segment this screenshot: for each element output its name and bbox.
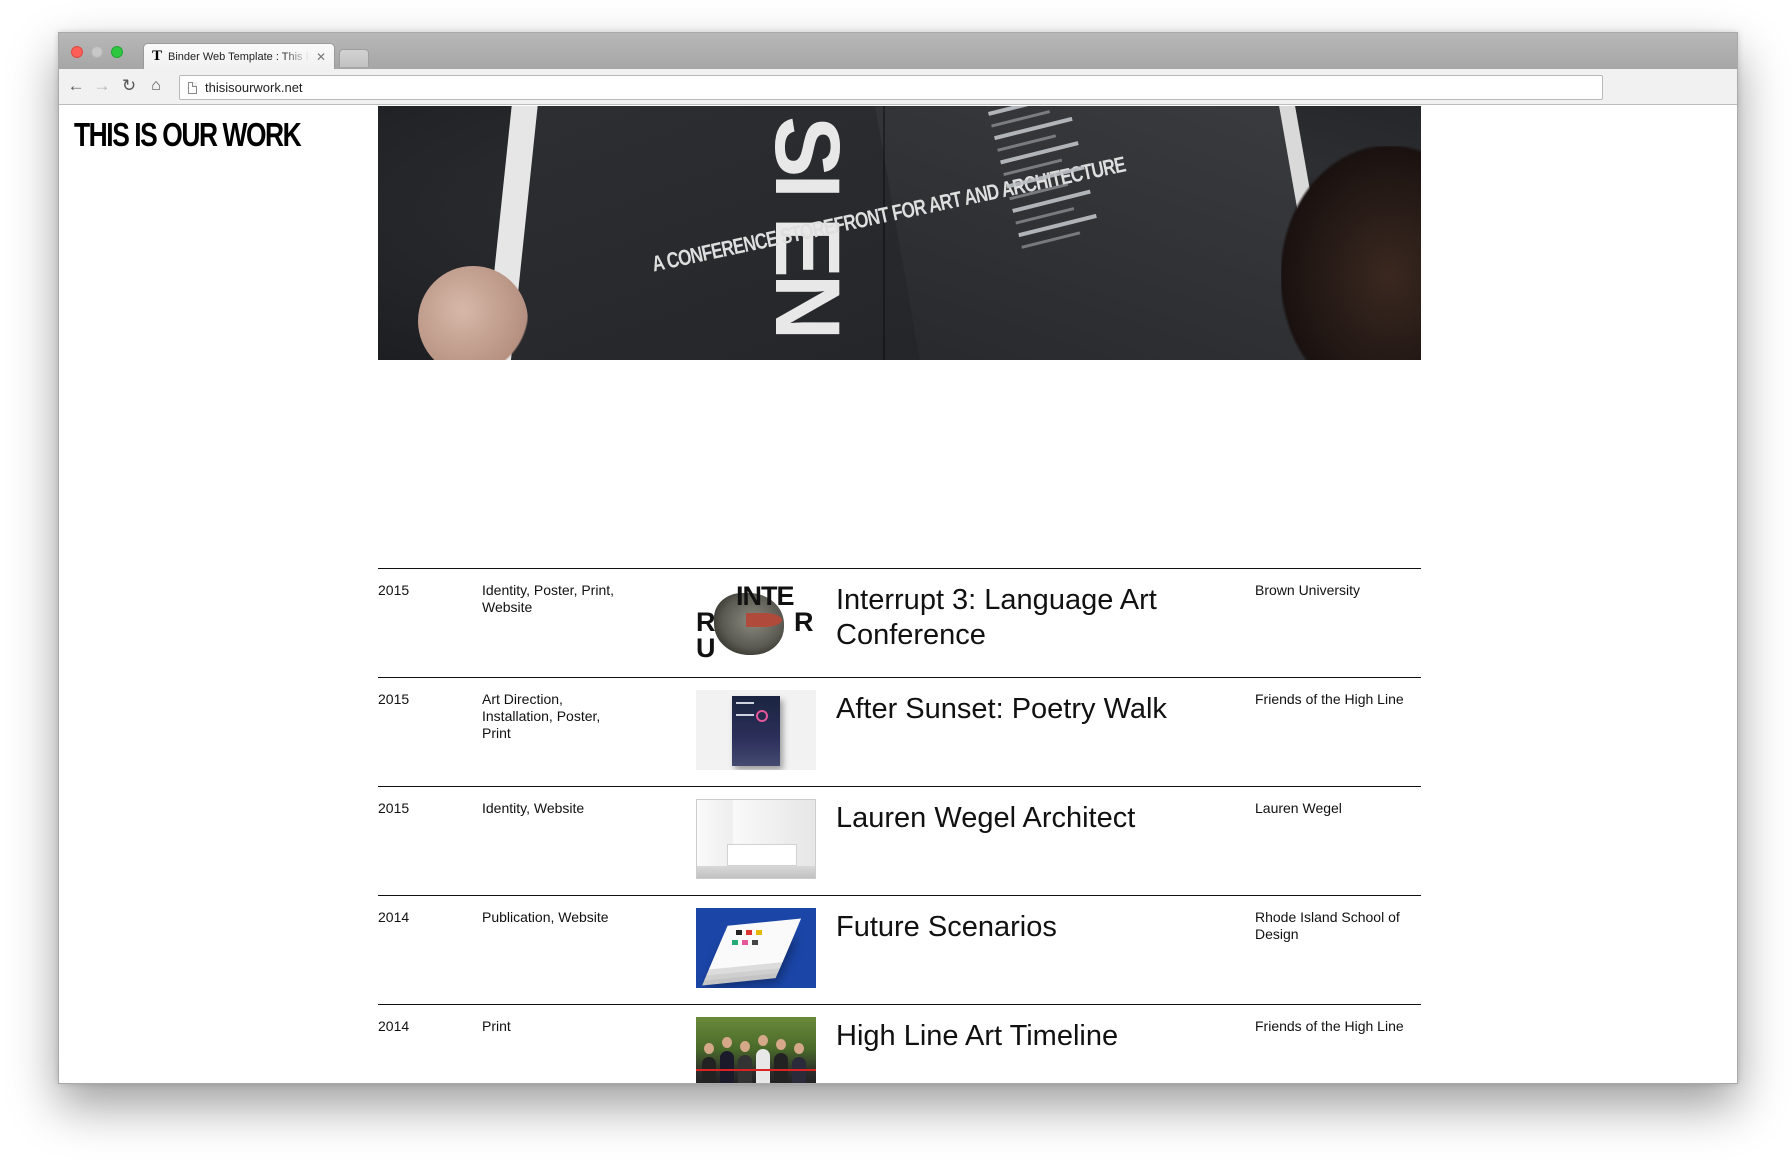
- project-year: 2015: [378, 582, 410, 598]
- thumb-dot: [746, 930, 752, 935]
- project-thumbnail[interactable]: [696, 908, 816, 988]
- project-year: 2015: [378, 800, 410, 816]
- page-viewport: THIS IS OUR WORK SI EN A CONFERENCE STOR…: [59, 106, 1737, 1083]
- browser-tab[interactable]: T Binder Web Template : This Is Our Work…: [143, 43, 335, 69]
- project-title[interactable]: After Sunset: Poetry Walk: [836, 692, 1196, 727]
- project-year: 2014: [378, 1018, 410, 1034]
- thumb-dot: [756, 930, 762, 935]
- project-tags: Art Direction, Installation, Poster, Pri…: [482, 691, 601, 741]
- project-tags: Print: [482, 1018, 511, 1034]
- project-client: Rhode Island School of Design: [1255, 909, 1400, 942]
- tab-title: Binder Web Template : This Is Our Work: [168, 50, 310, 63]
- project-title[interactable]: Lauren Wegel Architect: [836, 801, 1196, 836]
- dinosaur-jaw: [746, 613, 782, 627]
- neon-ring-graphic: [756, 710, 768, 722]
- title-bar: T Binder Web Template : This Is Our Work…: [59, 33, 1737, 69]
- thumb-letters: R: [696, 607, 715, 637]
- browser-toolbar: ← → ↻ ⌂ thisisourwork.net: [59, 69, 1737, 105]
- interior-counter: [727, 844, 797, 866]
- browser-window: T Binder Web Template : This Is Our Work…: [58, 32, 1738, 1084]
- person-head: [704, 1043, 714, 1054]
- arrow-right-icon[interactable]: →: [92, 76, 112, 96]
- project-row[interactable]: 2015 Art Direction, Installation, Poster…: [378, 677, 1421, 786]
- interior-floor: [697, 866, 815, 878]
- thumb-letters: INTE: [736, 581, 795, 611]
- window-minimize-button[interactable]: [91, 46, 103, 58]
- ribbon-graphic: [696, 1069, 816, 1071]
- person-figure: [756, 1049, 770, 1083]
- project-row[interactable]: 2014 Print High Line Art Timeline Friend…: [378, 1004, 1421, 1083]
- project-year: 2015: [378, 691, 410, 707]
- window-close-button[interactable]: [71, 46, 83, 58]
- reload-icon[interactable]: ↻: [119, 76, 139, 96]
- close-icon[interactable]: ✕: [316, 50, 326, 64]
- project-title[interactable]: Future Scenarios: [836, 910, 1196, 945]
- project-thumbnail[interactable]: INTE R R U: [696, 581, 816, 661]
- project-year: 2014: [378, 909, 410, 925]
- thumb-dot: [736, 930, 742, 935]
- project-thumbnail[interactable]: [696, 799, 816, 879]
- person-head: [776, 1039, 786, 1050]
- hero-hair: [1281, 146, 1421, 360]
- project-client: Brown University: [1255, 582, 1361, 598]
- window-zoom-button[interactable]: [111, 46, 123, 58]
- project-tags: Identity, Poster, Print, Website: [482, 582, 615, 615]
- hero-image: SI EN A CONFERENCE STOREFRONT FOR ART AN…: [378, 106, 1421, 360]
- project-client: Friends of the High Line: [1255, 691, 1404, 707]
- project-tags: Identity, Website: [482, 800, 585, 816]
- thumb-dot: [732, 940, 738, 945]
- new-tab-button[interactable]: [339, 49, 369, 67]
- home-icon[interactable]: ⌂: [146, 76, 166, 96]
- project-row[interactable]: 2015 Identity, Poster, Print, Website IN…: [378, 568, 1421, 677]
- hero-fold: [883, 106, 885, 360]
- thumb-dot: [752, 940, 758, 945]
- project-title[interactable]: High Line Art Timeline: [836, 1019, 1196, 1054]
- project-title[interactable]: Interrupt 3: Language Art Conference: [836, 583, 1196, 653]
- book-title-lines: [736, 702, 754, 716]
- project-client: Lauren Wegel: [1255, 800, 1342, 816]
- project-tags: Publication, Website: [482, 909, 609, 925]
- page-icon: [188, 81, 197, 94]
- person-figure: [720, 1051, 734, 1083]
- url-text: thisisourwork.net: [205, 80, 303, 95]
- project-thumbnail[interactable]: [696, 1017, 816, 1083]
- address-bar[interactable]: thisisourwork.net: [179, 75, 1603, 100]
- favicon-icon: T: [152, 48, 163, 64]
- person-head: [722, 1037, 732, 1048]
- person-head: [740, 1041, 750, 1052]
- project-row[interactable]: 2015 Identity, Website Lauren Wegel Arch…: [378, 786, 1421, 895]
- project-row[interactable]: 2014 Publication, Website Future Scenari…: [378, 895, 1421, 1004]
- project-list: 2015 Identity, Poster, Print, Website IN…: [378, 568, 1421, 1083]
- thumb-dot: [742, 940, 748, 945]
- person-head: [758, 1035, 768, 1046]
- thumb-letters: U: [696, 633, 715, 662]
- arrow-left-icon[interactable]: ←: [66, 76, 86, 96]
- person-head: [794, 1043, 804, 1054]
- thumb-letters: R: [794, 607, 813, 637]
- project-thumbnail[interactable]: [696, 690, 816, 770]
- project-client: Friends of the High Line: [1255, 1018, 1404, 1034]
- site-logo[interactable]: THIS IS OUR WORK: [74, 118, 302, 151]
